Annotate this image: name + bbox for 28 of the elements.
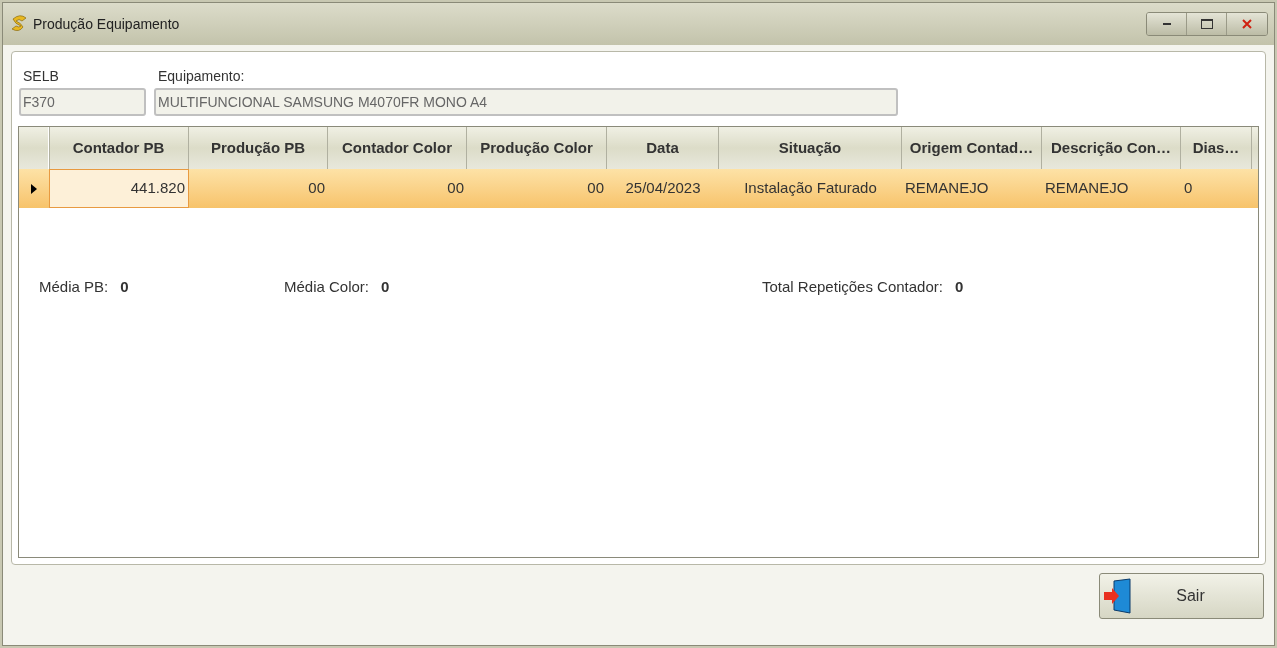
exit-button[interactable]: Sair: [1099, 573, 1264, 619]
table-row[interactable]: 441.820 00 00 00 25/04/2023 Instalação Faturado REMANEJO REMANEJO 0: [19, 169, 1258, 208]
current-row-icon: [31, 183, 37, 194]
summary-label: Média Color:: [284, 277, 370, 297]
summary-value: 0: [120, 277, 129, 297]
table-cell[interactable]: Instalação Faturado: [719, 169, 902, 208]
field-label: Equipamento:: [158, 67, 246, 86]
text-field[interactable]: MULTIFUNCIONAL SAMSUNG M4070FR MONO A4: [154, 88, 898, 116]
close-icon: [1242, 19, 1252, 29]
table-cell[interactable]: 25/04/2023: [607, 169, 719, 208]
text-field[interactable]: F370: [19, 88, 146, 116]
maximize-icon: [1200, 19, 1213, 29]
summary-value: 0: [381, 277, 390, 297]
summary-label: Total Repetições Contador:: [762, 277, 943, 297]
table-cell[interactable]: 00: [328, 169, 467, 208]
table-cell[interactable]: 441.820: [49, 169, 189, 208]
field-label: SELB: [23, 67, 60, 86]
summary-label: Média PB:: [39, 277, 109, 297]
table-cell[interactable]: 00: [467, 169, 607, 208]
table-cell[interactable]: 0: [1181, 169, 1252, 208]
minimize-icon: [1162, 23, 1171, 25]
table-cell[interactable]: REMANEJO: [902, 169, 1042, 208]
window-title: Produção Equipamento: [33, 14, 180, 34]
summary-value: 0: [954, 277, 964, 297]
table-cell[interactable]: REMANEJO: [1042, 169, 1181, 208]
table-cell[interactable]: 00: [189, 169, 328, 208]
maximize-button[interactable]: [1187, 13, 1227, 35]
close-button[interactable]: [1227, 13, 1267, 35]
